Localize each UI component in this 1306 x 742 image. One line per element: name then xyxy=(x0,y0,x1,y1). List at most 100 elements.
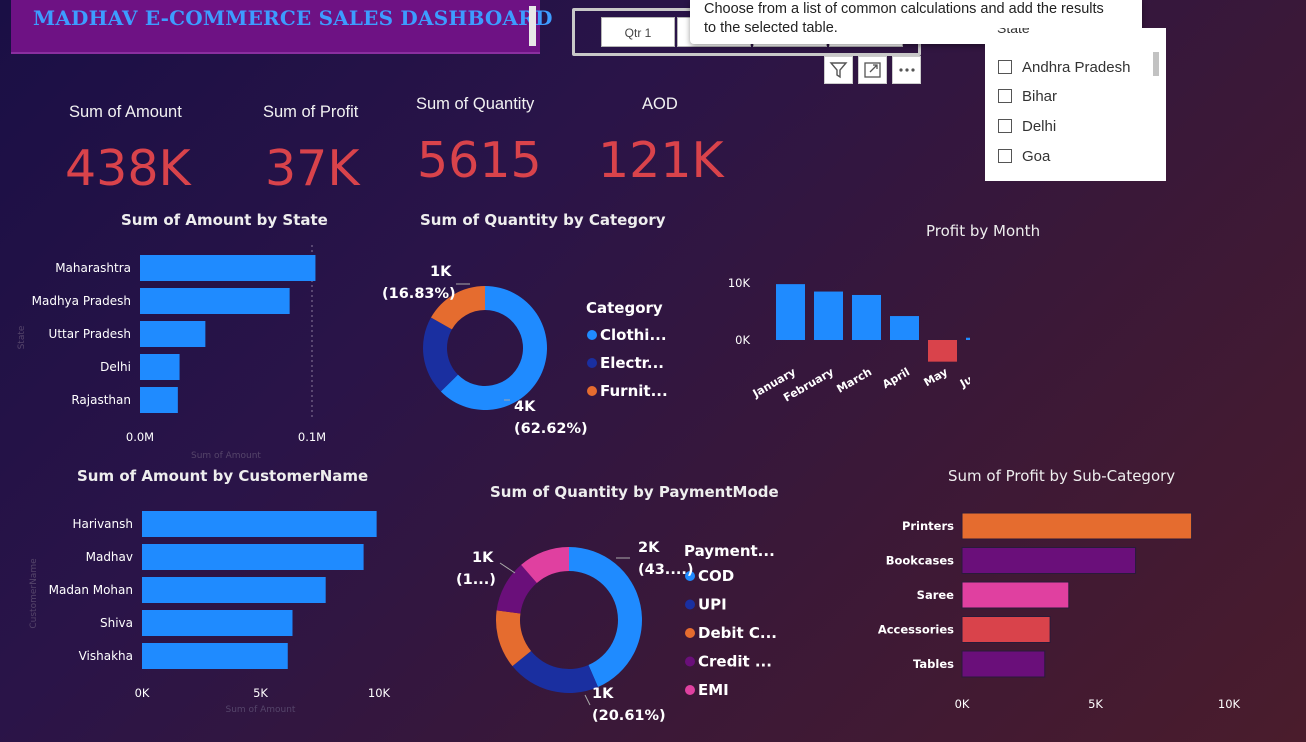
focus-mode-icon xyxy=(864,62,881,78)
state-option-bihar[interactable]: Bihar xyxy=(998,88,1057,105)
slice-upi xyxy=(512,650,598,693)
chart-title-amount-by-customer: Sum of Amount by CustomerName xyxy=(77,467,369,485)
bar-march xyxy=(852,294,881,340)
category-label-delhi: Delhi xyxy=(100,360,131,374)
state-option-delhi[interactable]: Delhi xyxy=(998,118,1056,135)
legend-label-credit: Credit ... xyxy=(698,653,772,671)
category-label-bookcases: Bookcases xyxy=(886,554,954,568)
title-accent-bar xyxy=(529,6,536,46)
data-label-percent: (20.61%) xyxy=(592,708,666,724)
state-slicer-scrollbar[interactable] xyxy=(1153,52,1159,76)
legend-label-furnit: Furnit... xyxy=(600,382,668,400)
x-tick-label: 10K xyxy=(1218,697,1241,711)
checkbox[interactable] xyxy=(998,119,1012,133)
data-label-value: 4K xyxy=(514,399,536,415)
bar-may xyxy=(928,340,957,362)
x-axis-title: Sum of Amount xyxy=(226,705,296,715)
bar-bookcases xyxy=(961,547,1137,574)
kpi-value-profit: 37K xyxy=(265,140,360,197)
state-option-andhra-pradesh[interactable]: Andhra Pradesh xyxy=(998,59,1130,76)
checkbox[interactable] xyxy=(998,149,1012,163)
bar-june xyxy=(966,337,970,340)
state-slicer[interactable]: State Andhra Pradesh Bihar Delhi Goa xyxy=(985,28,1166,181)
more-options-button[interactable] xyxy=(892,56,921,84)
dashboard-title-banner: MADHAV E-COMMERCE SALES DASHBOARD xyxy=(11,0,552,54)
kpi-label-profit: Sum of Profit xyxy=(263,103,359,121)
x-tick-label: 5K xyxy=(253,686,268,700)
bar-madhya-pradesh xyxy=(140,288,290,314)
chart-title-profit-by-subcategory: Sum of Profit by Sub-Category xyxy=(948,467,1176,485)
state-option-goa[interactable]: Goa xyxy=(998,148,1050,165)
legend-label-electr: Electr... xyxy=(600,354,664,372)
filter-button[interactable] xyxy=(824,56,853,84)
data-label-percent: (1...) xyxy=(456,572,496,588)
bar-printers xyxy=(961,512,1193,540)
bar-delhi xyxy=(140,354,180,380)
x-axis-title: Sum of Amount xyxy=(191,451,261,460)
chart-title-quantity-by-payment: Sum of Quantity by PaymentMode xyxy=(490,483,779,501)
category-label-saree: Saree xyxy=(917,588,955,602)
legend-label-upi: UPI xyxy=(698,596,727,614)
bar-vishakha xyxy=(142,643,288,669)
category-label-shiva: Shiva xyxy=(100,616,133,630)
more-options-icon xyxy=(899,68,915,72)
y-axis-title: CustomerName xyxy=(29,558,39,629)
category-label-uttar-pradesh: Uttar Pradesh xyxy=(49,327,131,341)
data-label-percent: (43....) xyxy=(638,562,693,578)
amount-by-state-chart: Maharashtra Madhya Pradesh Uttar Pradesh De… xyxy=(17,245,326,460)
y-tick-label: 0K xyxy=(735,333,750,347)
category-label-maharashtra: Maharashtra xyxy=(55,261,131,275)
legend-label-cod: COD xyxy=(698,567,734,585)
bar-uttar-pradesh xyxy=(140,321,206,347)
category-label-madhav: Madhav xyxy=(86,550,133,564)
category-label-rajasthan: Rajasthan xyxy=(71,393,131,407)
chart-title-amount-by-state: Sum of Amount by State xyxy=(121,211,328,229)
kpi-value-amount: 438K xyxy=(65,140,191,197)
kpi-label-amount: Sum of Amount xyxy=(69,103,182,121)
month-label-june: June xyxy=(957,365,970,390)
profit-by-subcategory-chart: Printers Bookcases Saree Accessories Tables 0… xyxy=(878,512,1241,711)
data-label-percent: (62.62%) xyxy=(514,421,588,437)
data-label-value: 1K xyxy=(430,264,452,280)
tooltip-line-1: Choose from a list of common calculation… xyxy=(704,1,1104,17)
category-label-accessories: Accessories xyxy=(878,623,954,637)
legend-marker-furnit xyxy=(587,386,597,396)
x-tick-label: 0K xyxy=(955,697,970,711)
x-tick-label: 10K xyxy=(368,686,391,700)
quarter-button-qtr1[interactable]: Qtr 1 xyxy=(601,17,675,47)
data-label-percent: (16.83%) xyxy=(382,286,456,302)
bar-shiva xyxy=(142,610,293,636)
dashboard-title: MADHAV E-COMMERCE SALES DASHBOARD xyxy=(33,6,553,30)
legend-marker-electr xyxy=(587,358,597,368)
x-tick-label: 0.1M xyxy=(298,430,326,444)
x-tick-label: 0.0M xyxy=(126,430,154,444)
kpi-label-quantity: Sum of Quantity xyxy=(416,95,535,113)
data-label-value: 1K xyxy=(592,686,614,702)
bar-tables xyxy=(961,650,1046,678)
bar-saree xyxy=(961,581,1070,609)
quantity-by-payment-chart: Payment... COD UPI Debit C... Credit ... EMI 2… xyxy=(456,540,777,724)
x-tick-label: 5K xyxy=(1088,697,1103,711)
chart-title-profit-by-month: Profit by Month xyxy=(926,222,1041,240)
legend-label-debit-c: Debit C... xyxy=(698,624,777,642)
legend-marker-debit-c xyxy=(685,628,695,638)
legend-title: Category xyxy=(586,299,663,317)
leader-line xyxy=(499,562,516,574)
leader-line xyxy=(584,694,591,706)
quantity-by-category-chart: Category Clothi... Electr... Furnit... 4K (62… xyxy=(382,264,668,437)
bar-rajasthan xyxy=(140,387,178,413)
legend-marker-clothi xyxy=(587,330,597,340)
bar-april xyxy=(890,316,919,340)
bar-january xyxy=(776,284,805,340)
kpi-label-aod: AOD xyxy=(642,95,678,113)
checkbox[interactable] xyxy=(998,89,1012,103)
month-label-april: April xyxy=(880,365,912,391)
category-label-harivansh: Harivansh xyxy=(72,517,133,531)
kpi-value-quantity: 5615 xyxy=(417,132,542,189)
profit-by-month-chart: 10K0KJanuaryFebruaryMarchAprilMayJuneJul… xyxy=(728,276,970,404)
bar-harivansh xyxy=(142,511,377,537)
legend-label-emi: EMI xyxy=(698,681,729,699)
focus-mode-button[interactable] xyxy=(858,56,887,84)
legend-title: Payment... xyxy=(684,542,775,560)
checkbox[interactable] xyxy=(998,60,1012,74)
